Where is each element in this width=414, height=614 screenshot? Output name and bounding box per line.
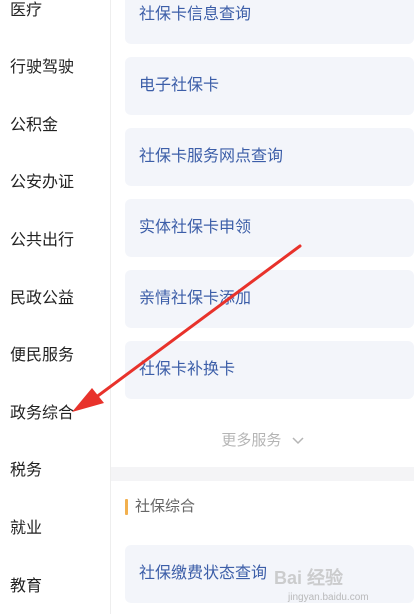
service-panel: 社保卡信息查询 电子社保卡 社保卡服务网点查询 实体社保卡申领 亲情社保卡添加 … — [111, 0, 414, 614]
service-card[interactable]: 社保卡服务网点查询 — [125, 128, 414, 186]
service-card-label: 社保卡信息查询 — [139, 6, 252, 23]
more-services-button[interactable]: 更多服务 — [111, 425, 414, 457]
service-card[interactable]: 电子社保卡 — [125, 57, 414, 115]
service-card-label: 社保卡补换卡 — [139, 361, 236, 378]
section-header: 社保综合 — [125, 496, 195, 518]
service-card[interactable]: 社保卡信息查询 — [125, 0, 414, 44]
section-divider — [111, 467, 414, 481]
chevron-down-icon — [292, 425, 304, 457]
sidebar-item-education[interactable]: 教育 — [10, 572, 110, 602]
sidebar-item-public-transport[interactable]: 公共出行 — [10, 226, 110, 256]
service-card[interactable]: 实体社保卡申领 — [125, 199, 414, 257]
sidebar-item-public-security[interactable]: 公安办证 — [10, 168, 110, 198]
service-card[interactable]: 社保卡补换卡 — [125, 341, 414, 399]
service-card[interactable]: 亲情社保卡添加 — [125, 270, 414, 328]
sidebar-item-tax[interactable]: 税务 — [10, 456, 110, 486]
section-accent-bar — [125, 499, 128, 515]
sidebar-item-medical[interactable]: 医疗 — [10, 0, 110, 26]
service-card-label: 社保缴费状态查询 — [139, 565, 268, 582]
sidebar-item-government[interactable]: 政务综合 — [10, 399, 110, 429]
category-sidebar: 医疗 行驶驾驶 公积金 公安办证 公共出行 民政公益 便民服务 政务综合 税务 … — [0, 0, 111, 614]
sidebar-item-civil-affairs[interactable]: 民政公益 — [10, 284, 110, 314]
service-card-label: 实体社保卡申领 — [139, 219, 252, 236]
section-title: 社保综合 — [135, 498, 196, 515]
baidu-watermark-logo: Bai 经验 jingyan.baidu.com — [268, 556, 414, 614]
service-card-label: 社保卡服务网点查询 — [139, 148, 284, 165]
more-services-label: 更多服务 — [221, 432, 282, 449]
sidebar-item-driving[interactable]: 行驶驾驶 — [10, 53, 110, 83]
sidebar-item-employment[interactable]: 就业 — [10, 514, 110, 544]
sidebar-item-housing-fund[interactable]: 公积金 — [10, 111, 110, 141]
service-card-label: 电子社保卡 — [139, 77, 220, 94]
watermark-main: Bai 经验 — [274, 568, 344, 588]
watermark-sub: jingyan.baidu.com — [288, 592, 369, 603]
service-card-label: 亲情社保卡添加 — [139, 290, 252, 307]
sidebar-item-convenience[interactable]: 便民服务 — [10, 341, 110, 371]
